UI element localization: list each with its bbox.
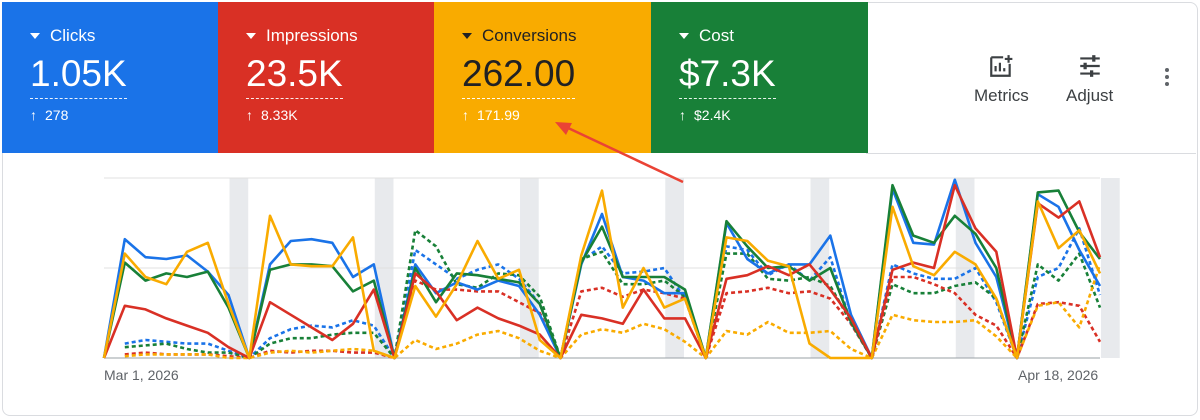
weekend-band bbox=[1101, 178, 1120, 358]
annotation-arrow bbox=[565, 125, 684, 184]
series-line-6 bbox=[124, 275, 1102, 360]
series-line-7 bbox=[124, 263, 1102, 360]
x-axis-start-label: Mar 1, 2026 bbox=[104, 367, 179, 383]
performance-line-chart bbox=[102, 122, 1120, 360]
x-axis-end-label: Apr 18, 2026 bbox=[1018, 367, 1099, 383]
